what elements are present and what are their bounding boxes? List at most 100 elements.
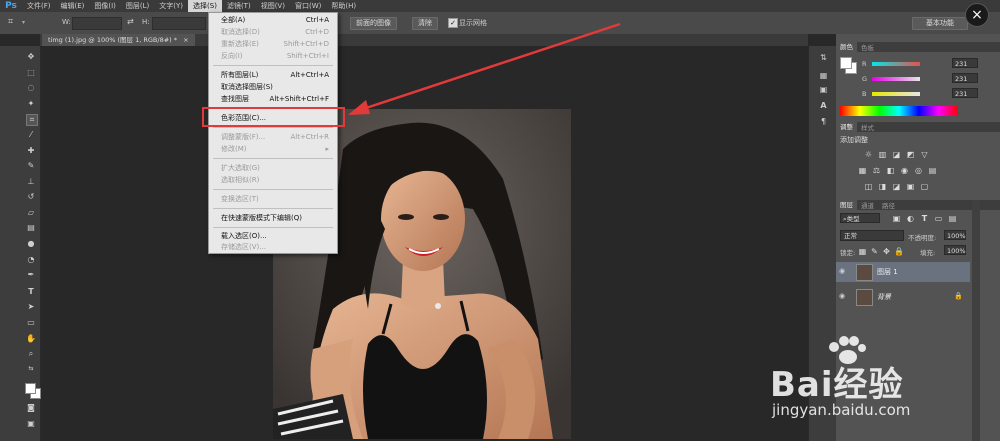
layers-scrollbar[interactable] <box>972 200 980 441</box>
eyedropper-tool-icon[interactable]: ⁄ <box>26 130 36 140</box>
menu-help[interactable]: 帮助(H) <box>326 0 361 12</box>
color-spectrum-bar[interactable] <box>840 106 958 116</box>
color-lookup-icon[interactable]: ▤ <box>928 166 937 175</box>
history-panel-icon[interactable]: ⇅ <box>818 52 829 63</box>
swap-icon[interactable]: ⇄ <box>127 17 134 26</box>
healing-brush-tool-icon[interactable]: ✚ <box>26 146 36 156</box>
menu-item-modify[interactable]: 修改(M) ▸ <box>209 143 337 156</box>
lasso-tool-icon[interactable]: ◌ <box>26 83 36 93</box>
move-tool-icon[interactable]: ✥ <box>26 52 36 62</box>
menu-item-similar[interactable]: 选取相似(R) <box>209 174 337 187</box>
height-field[interactable] <box>152 17 206 30</box>
menu-item-save-selection[interactable]: 存储选区(V)... <box>209 241 337 254</box>
magic-wand-tool-icon[interactable]: ✦ <box>26 99 36 109</box>
crop-tool-icon[interactable]: ⌗ <box>26 114 38 126</box>
width-field[interactable] <box>72 17 122 30</box>
menu-item-transform-selection[interactable]: 变换选区(T) <box>209 193 337 206</box>
document-tab[interactable]: timg (1).jpg @ 100% (图层 1, RGB/8#) * × <box>42 34 195 46</box>
menu-layer[interactable]: 图层(L) <box>121 0 154 12</box>
lock-pixels-icon[interactable]: ✎ <box>870 247 879 256</box>
screen-mode-icon[interactable]: ▣ <box>26 419 36 429</box>
close-icon[interactable]: × <box>965 3 989 27</box>
zoom-tool-icon[interactable]: ⌕ <box>26 349 36 359</box>
menu-image[interactable]: 图像(I) <box>89 0 121 12</box>
menu-item-inverse[interactable]: 反向(I) Shift+Ctrl+I <box>209 50 337 63</box>
quick-mask-icon[interactable]: ◙ <box>26 403 36 413</box>
hue-saturation-icon[interactable]: ▦ <box>858 166 867 175</box>
tab-adjustments[interactable]: 调整 <box>836 122 857 132</box>
tab-paths[interactable]: 路径 <box>878 200 899 210</box>
chevron-down-icon[interactable]: ▾ <box>22 19 25 26</box>
tab-channels[interactable]: 通道 <box>857 200 878 210</box>
close-icon[interactable]: × <box>183 36 188 44</box>
info-panel-icon[interactable]: ▣ <box>818 84 829 95</box>
selective-color-icon[interactable]: ▣ <box>906 182 915 191</box>
dodge-tool-icon[interactable]: ◔ <box>26 255 36 265</box>
menu-type[interactable]: 文字(Y) <box>154 0 188 12</box>
color-panel-foreground-swatch[interactable] <box>840 57 852 69</box>
tab-swatches[interactable]: 色板 <box>857 42 878 52</box>
lock-all-icon[interactable]: 🔒 <box>894 247 904 256</box>
layer-row[interactable]: ◉ 图层 1 <box>836 262 970 282</box>
foreground-color-swatch[interactable] <box>25 383 36 394</box>
rectangle-tool-icon[interactable]: ▭ <box>26 318 36 328</box>
tab-styles[interactable]: 样式 <box>857 122 878 132</box>
b-slider[interactable] <box>872 92 920 96</box>
menu-view[interactable]: 视图(V) <box>256 0 290 12</box>
fill-field[interactable]: 100% <box>944 245 966 255</box>
menu-window[interactable]: 窗口(W) <box>290 0 326 12</box>
clone-stamp-tool-icon[interactable]: ⊥ <box>26 177 36 187</box>
swap-colors-icon[interactable]: ⇆ <box>26 364 36 374</box>
b-value-field[interactable]: 231 <box>952 88 978 98</box>
character-panel-icon[interactable]: A <box>818 100 829 111</box>
g-value-field[interactable]: 231 <box>952 73 978 83</box>
menu-edit[interactable]: 编辑(E) <box>56 0 90 12</box>
channel-mixer-icon[interactable]: ◎ <box>914 166 923 175</box>
menu-select[interactable]: 选择(S) <box>188 0 222 12</box>
invert-icon[interactable]: ◫ <box>864 182 873 191</box>
menu-item-quick-mask[interactable]: 在快速蒙版模式下编辑(Q) <box>209 212 337 225</box>
levels-icon[interactable]: ▥ <box>878 150 887 159</box>
properties-panel-icon[interactable]: ▦ <box>818 70 829 81</box>
curves-icon[interactable]: ◪ <box>892 150 901 159</box>
workspace-button[interactable]: 基本功能 <box>912 17 968 30</box>
crop-tool-icon[interactable]: ⌗ <box>8 17 20 29</box>
black-white-icon[interactable]: ◧ <box>886 166 895 175</box>
eye-icon[interactable]: ◉ <box>839 292 848 301</box>
blur-tool-icon[interactable]: ● <box>26 239 36 249</box>
vibrance-icon[interactable]: ▽ <box>920 150 929 159</box>
brush-tool-icon[interactable]: ✎ <box>26 161 36 171</box>
tab-color[interactable]: 颜色 <box>836 42 857 52</box>
lock-position-icon[interactable]: ✥ <box>882 247 891 256</box>
g-slider[interactable] <box>872 77 920 81</box>
r-value-field[interactable]: 231 <box>952 58 978 68</box>
color-balance-icon[interactable]: ⚖ <box>872 166 881 175</box>
type-tool-icon[interactable]: T <box>26 287 36 297</box>
menu-item-find-layers[interactable]: 查找图层 Alt+Shift+Ctrl+F <box>209 93 337 106</box>
filter-pixel-icon[interactable]: ▣ <box>892 214 901 223</box>
photo-filter-icon[interactable]: ◉ <box>900 166 909 175</box>
paragraph-panel-icon[interactable]: ¶ <box>818 116 829 127</box>
history-brush-tool-icon[interactable]: ↺ <box>26 192 36 202</box>
menu-filter[interactable]: 滤镜(T) <box>222 0 256 12</box>
menu-file[interactable]: 文件(F) <box>22 0 56 12</box>
exposure-icon[interactable]: ◩ <box>906 150 915 159</box>
pen-tool-icon[interactable]: ✒ <box>26 270 36 280</box>
gradient-map-icon[interactable]: ▢ <box>920 182 929 191</box>
opacity-field[interactable]: 100% <box>944 230 966 240</box>
filter-smart-object-icon[interactable]: ▤ <box>948 214 957 223</box>
eye-icon[interactable]: ◉ <box>839 267 848 276</box>
layer-row[interactable]: ◉ 背景 🔒 <box>836 287 970 307</box>
marquee-tool-icon[interactable]: ⬚ <box>26 68 36 78</box>
filter-type-icon[interactable]: T <box>920 214 929 223</box>
layer-filter-kind[interactable]: ⌕类型 <box>840 213 880 223</box>
brightness-icon[interactable]: ☼ <box>864 150 873 159</box>
lock-transparency-icon[interactable]: ▦ <box>858 247 867 256</box>
gradient-tool-icon[interactable]: ▤ <box>26 223 36 233</box>
hand-tool-icon[interactable]: ✋ <box>26 334 36 344</box>
filter-shape-icon[interactable]: ▭ <box>934 214 943 223</box>
r-slider[interactable] <box>872 62 920 66</box>
tab-layers[interactable]: 图层 <box>836 200 857 210</box>
posterize-icon[interactable]: ◨ <box>878 182 887 191</box>
threshold-icon[interactable]: ◪ <box>892 182 901 191</box>
